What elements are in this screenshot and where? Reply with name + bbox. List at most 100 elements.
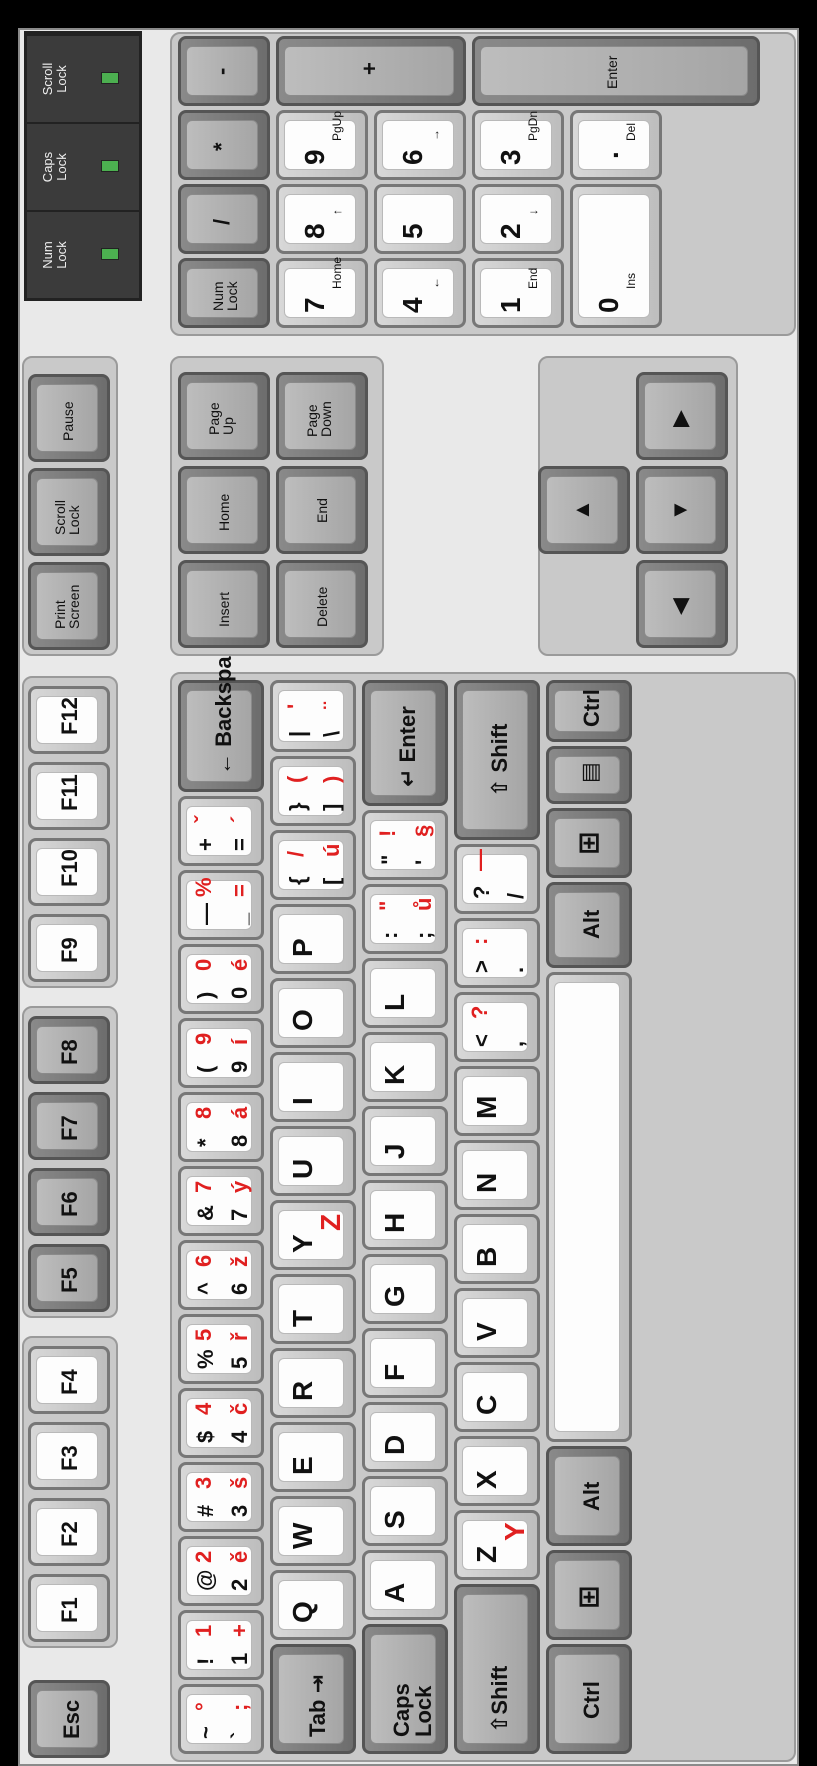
f7-key[interactable]: F7: [28, 1092, 110, 1160]
page-down-key[interactable]: Page Down: [276, 372, 368, 460]
number-key-11[interactable]: — _% =: [178, 870, 264, 940]
letter-key-G[interactable]: G: [362, 1254, 448, 1324]
letter-key-S[interactable]: S: [362, 1476, 448, 1546]
numpad-divide-key[interactable]: /: [178, 184, 270, 254]
left-alt-key[interactable]: Alt: [546, 1446, 632, 1546]
letter-key-F[interactable]: F: [362, 1328, 448, 1398]
f6-key[interactable]: F6: [28, 1168, 110, 1236]
f9-key[interactable]: F9: [28, 914, 110, 982]
letter-key-H[interactable]: H: [362, 1180, 448, 1250]
numpad-2-key[interactable]: 2 ↓: [472, 184, 564, 254]
numpad-9-key[interactable]: 9 PgUp: [276, 110, 368, 180]
number-key-8[interactable]: * 8 8 á: [178, 1092, 264, 1162]
f8-key[interactable]: F8: [28, 1016, 110, 1084]
letter-key-Z[interactable]: ZY: [454, 1510, 540, 1580]
letter-key-K[interactable]: K: [362, 1032, 448, 1102]
numpad-dot-key[interactable]: . Del: [570, 110, 662, 180]
letter-key-O[interactable]: O: [270, 978, 356, 1048]
insert-key[interactable]: Insert: [178, 560, 270, 648]
numpad-3-key[interactable]: 3 PgDn: [472, 110, 564, 180]
letter-key-U[interactable]: U: [270, 1126, 356, 1196]
f11-key[interactable]: F11: [28, 762, 110, 830]
left-arrow-key[interactable]: ◀: [636, 560, 728, 648]
down-arrow-key[interactable]: ▼: [636, 466, 728, 554]
tab-key[interactable]: Tab ⇥: [270, 1644, 356, 1754]
numpad-minus-key[interactable]: -: [178, 36, 270, 106]
letter-key-N[interactable]: N: [454, 1140, 540, 1210]
print-screen-key[interactable]: Print Screen: [28, 562, 110, 650]
letter-key-|[interactable]: | \ ' ¨: [270, 680, 356, 752]
number-key-9[interactable]: (9 9 í: [178, 1018, 264, 1088]
numpad-4-key[interactable]: 4 ←: [374, 258, 466, 328]
letter-key-J[interactable]: J: [362, 1106, 448, 1176]
f10-key[interactable]: F10: [28, 838, 110, 906]
numpad-plus-key[interactable]: +: [276, 36, 466, 106]
right-shift-key[interactable]: ⇧ Shift: [454, 680, 540, 840]
letter-key-X[interactable]: X: [454, 1436, 540, 1506]
home-key[interactable]: Home: [178, 466, 270, 554]
num-lock-key[interactable]: Num Lock: [178, 258, 270, 328]
caps-lock-key[interactable]: Caps Lock: [362, 1624, 448, 1754]
numpad-multiply-key[interactable]: *: [178, 110, 270, 180]
letter-key-E[interactable]: E: [270, 1422, 356, 1492]
pause-key[interactable]: Pause: [28, 374, 110, 462]
number-key-4[interactable]: $4 4 č: [178, 1388, 264, 1458]
letter-key-P[interactable]: P: [270, 904, 356, 974]
backspace-key[interactable]: ← Backspace: [178, 632, 264, 792]
letter-key-<[interactable]: <,?: [454, 992, 540, 1062]
up-arrow-key[interactable]: ▲: [538, 466, 630, 554]
letter-key-D[interactable]: D: [362, 1402, 448, 1472]
menu-key[interactable]: ▤: [546, 746, 632, 804]
number-key-12[interactable]: + = ˇ ´: [178, 796, 264, 866]
esc-key[interactable]: Esc: [28, 1680, 110, 1758]
letter-key-B[interactable]: B: [454, 1214, 540, 1284]
delete-key[interactable]: Delete: [276, 560, 368, 648]
enter-key[interactable]: ↵ Enter: [362, 680, 448, 806]
numpad-enter-key[interactable]: Enter: [472, 36, 760, 106]
letter-key-W[interactable]: W: [270, 1496, 356, 1566]
letter-key-:[interactable]: :; " ů: [362, 884, 448, 954]
f5-key[interactable]: F5: [28, 1244, 110, 1312]
letter-key-}[interactable]: }] (): [270, 756, 356, 826]
f1-key[interactable]: F1: [28, 1574, 110, 1642]
letter-key-"[interactable]: " '! §: [362, 810, 448, 880]
letter-key-I[interactable]: I: [270, 1052, 356, 1122]
space-key[interactable]: [546, 972, 632, 1442]
numpad-7-key[interactable]: 7 Home: [276, 257, 368, 328]
end-key[interactable]: End: [276, 466, 368, 554]
right-ctrl-key[interactable]: Ctrl: [546, 680, 632, 742]
page-up-key[interactable]: Page Up: [178, 372, 270, 460]
right-arrow-key[interactable]: ▶: [636, 372, 728, 460]
number-key-1[interactable]: ! 1 1 +: [178, 1610, 264, 1680]
f12-key[interactable]: F12: [28, 686, 110, 754]
letter-key-Y[interactable]: YZ: [270, 1200, 356, 1270]
number-key-3[interactable]: #3 3 š: [178, 1462, 264, 1532]
numpad-0-key[interactable]: 0 Ins: [570, 184, 662, 328]
letter-key-C[interactable]: C: [454, 1362, 540, 1432]
numpad-5-key[interactable]: 5: [374, 184, 466, 254]
left-windows-key[interactable]: ⊞: [546, 1550, 632, 1640]
letter-key-A[interactable]: A: [362, 1550, 448, 1620]
number-key-10[interactable]: ) 0 0 é: [178, 944, 264, 1014]
number-key-0[interactable]: ~ ` °;: [178, 1684, 264, 1754]
number-key-2[interactable]: @2 2 ě: [178, 1536, 264, 1606]
letter-key-?[interactable]: ? / —: [454, 844, 540, 914]
scroll-lock-key[interactable]: Scroll Lock: [28, 468, 110, 556]
number-key-7[interactable]: & 7 7 ý: [178, 1166, 264, 1236]
right-windows-key[interactable]: ⊞: [546, 808, 632, 878]
letter-key-{[interactable]: {[/ ú: [270, 830, 356, 900]
letter-key-L[interactable]: L: [362, 958, 448, 1028]
letter-key-M[interactable]: M: [454, 1066, 540, 1136]
numpad-6-key[interactable]: 6 →: [374, 110, 466, 180]
f2-key[interactable]: F2: [28, 1498, 110, 1566]
right-alt-key[interactable]: Alt: [546, 882, 632, 968]
f3-key[interactable]: F3: [28, 1422, 110, 1490]
letter-key-V[interactable]: V: [454, 1288, 540, 1358]
number-key-6[interactable]: ^ 6 6 ž: [178, 1240, 264, 1310]
left-ctrl-key[interactable]: Ctrl: [546, 1644, 632, 1754]
f4-key[interactable]: F4: [28, 1346, 110, 1414]
left-shift-key[interactable]: ⇧Shift: [454, 1584, 540, 1754]
letter-key-T[interactable]: T: [270, 1274, 356, 1344]
numpad-8-key[interactable]: 8 ↑: [276, 184, 368, 254]
numpad-1-key[interactable]: 1 End: [472, 258, 564, 328]
